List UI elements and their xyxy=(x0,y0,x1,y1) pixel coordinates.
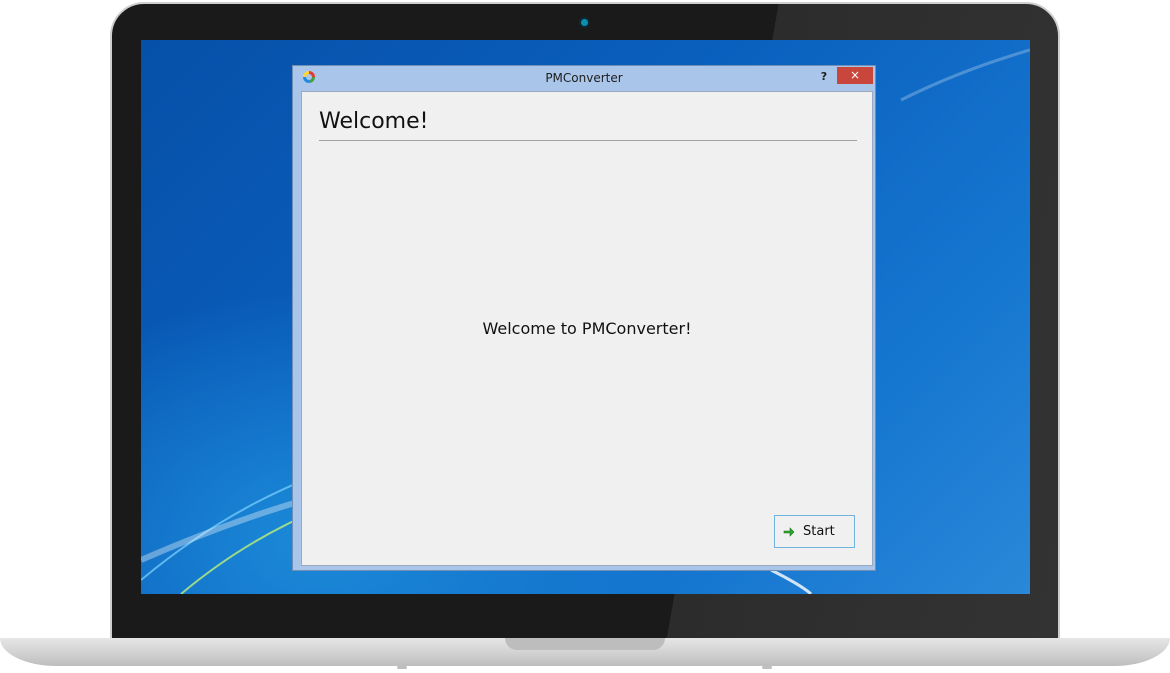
arrow-right-icon xyxy=(783,526,795,537)
laptop-foot-right xyxy=(762,666,772,669)
help-button[interactable]: ? xyxy=(812,68,836,85)
window-title: PMConverter xyxy=(545,71,623,85)
close-button[interactable]: × xyxy=(837,67,873,84)
start-button-label: Start xyxy=(803,524,835,539)
title-bar[interactable]: PMConverter ? × xyxy=(293,66,875,90)
laptop-notch xyxy=(505,638,665,650)
start-button[interactable]: Start xyxy=(774,515,855,548)
title-divider xyxy=(319,140,857,141)
wizard-page: Welcome! Welcome to PMConverter! Start xyxy=(301,91,873,566)
laptop-foot-left xyxy=(397,666,407,669)
page-title: Welcome! xyxy=(319,109,429,134)
webcam xyxy=(581,19,588,26)
welcome-message: Welcome to PMConverter! xyxy=(482,319,692,338)
pmconverter-window: PMConverter ? × Welcome! Welcome to PMCo… xyxy=(292,65,876,571)
